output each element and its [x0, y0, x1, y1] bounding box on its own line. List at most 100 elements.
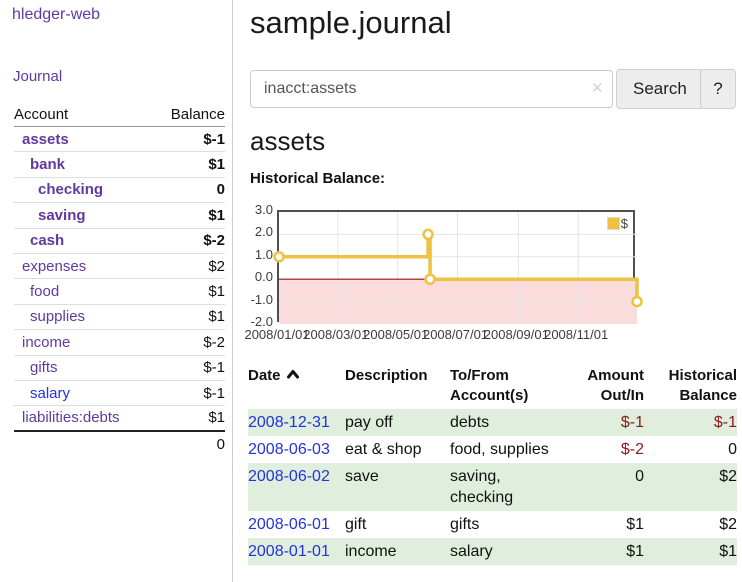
account-link-gifts[interactable]: gifts — [14, 359, 58, 376]
register-row: 2008-06-03 eat & shop food, supplies $-2… — [248, 436, 737, 463]
column-header-date[interactable]: Date — [248, 366, 345, 406]
chart-title: Historical Balance: — [250, 170, 385, 187]
transaction-accounts: debts — [450, 409, 566, 436]
x-tick-label: 2008/03/01 — [303, 327, 368, 342]
balance-chart-plot: $ — [277, 210, 635, 322]
search-button[interactable]: Search — [616, 69, 704, 109]
brand-link[interactable]: hledger-web — [12, 6, 100, 24]
accounts-table-header: Account Balance — [14, 103, 225, 127]
y-tick-label: 2.0 — [240, 224, 273, 240]
historical-balance-chart: $ 3.02.01.00.0-1.0-2.0 2008/01/012008/03… — [240, 203, 740, 345]
account-row: expenses $2 — [14, 254, 225, 279]
x-tick-label: 2008/01/01 — [244, 327, 309, 342]
hledger-web-app: hledger-web Journal Account Balance asse… — [0, 0, 742, 582]
account-row: liabilities:debts $1 — [14, 406, 225, 431]
x-tick-label: 2008/11/01 — [544, 327, 608, 342]
help-button[interactable]: ? — [700, 69, 736, 109]
account-link-income[interactable]: income — [14, 334, 70, 351]
account-row: income $-2 — [14, 330, 225, 355]
transaction-description: gift — [345, 511, 450, 538]
transaction-balance: $2 — [644, 511, 737, 538]
transaction-description: eat & shop — [345, 436, 450, 463]
account-link-supplies[interactable]: supplies — [14, 308, 85, 325]
search-input[interactable] — [250, 70, 613, 108]
account-row: gifts $-1 — [14, 356, 225, 381]
transaction-amount: $1 — [566, 538, 644, 565]
y-tick-label: 0.0 — [240, 269, 273, 285]
account-balance: 0 — [217, 181, 225, 198]
accounts-table: Account Balance assets $-1 bank $1 check… — [14, 103, 225, 457]
balance-column-header: Balance — [171, 106, 225, 123]
account-link-cash[interactable]: cash — [14, 232, 64, 249]
column-header-description: Description — [345, 366, 450, 406]
account-link-assets[interactable]: assets — [14, 131, 69, 148]
transaction-amount: 0 — [566, 463, 644, 511]
transaction-balance: $2 — [644, 463, 737, 511]
transaction-date-link[interactable]: 2008-12-31 — [248, 414, 330, 431]
account-row: assets $-1 — [14, 127, 225, 152]
sort-asc-icon — [286, 369, 300, 379]
account-column-header: Account — [14, 106, 68, 123]
transaction-accounts: saving, checking — [450, 463, 566, 511]
account-link-salary[interactable]: salary — [14, 385, 70, 402]
transaction-accounts: food, supplies — [450, 436, 566, 463]
account-link-food[interactable]: food — [14, 283, 59, 300]
transaction-description: pay off — [345, 409, 450, 436]
accounts-total-value: 0 — [217, 436, 225, 453]
column-header-accounts: To/From Account(s) — [450, 366, 566, 406]
account-balance: $-1 — [203, 131, 225, 148]
account-balance: $-2 — [203, 232, 225, 249]
accounts-total: 0 — [14, 432, 225, 457]
sidebar-item-journal[interactable]: Journal — [13, 68, 62, 85]
transaction-amount: $1 — [566, 511, 644, 538]
transaction-description: save — [345, 463, 450, 511]
series-swatch-icon — [608, 218, 619, 229]
account-balance: $-2 — [203, 334, 225, 351]
transaction-date-link[interactable]: 2008-06-01 — [248, 516, 330, 533]
register-row: 2008-12-31 pay off debts $-1 $-1 — [248, 409, 737, 436]
series-label: $ — [621, 216, 628, 231]
y-tick-label: -1.0 — [240, 292, 273, 308]
account-row: supplies $1 — [14, 305, 225, 330]
register-table: Date Description To/From Account(s) Amou… — [248, 366, 737, 565]
account-row: salary $-1 — [14, 381, 225, 406]
column-header-amount: Amount Out/In — [566, 366, 644, 406]
transaction-amount: $-1 — [566, 409, 644, 436]
transaction-date-link[interactable]: 2008-06-02 — [248, 468, 330, 485]
clear-search-icon[interactable]: ✕ — [591, 79, 604, 97]
x-tick-label: 2008/05/01 — [363, 327, 428, 342]
y-tick-label: 1.0 — [240, 247, 273, 263]
account-link-checking[interactable]: checking — [14, 181, 103, 198]
transaction-balance: $1 — [644, 538, 737, 565]
account-row: bank $1 — [14, 152, 225, 177]
x-tick-label: 2008/09/01 — [484, 327, 549, 342]
transaction-date-link[interactable]: 2008-06-03 — [248, 441, 330, 458]
account-balance: $2 — [208, 258, 225, 275]
account-link-liabilities-debts[interactable]: liabilities:debts — [14, 409, 120, 426]
account-row: checking 0 — [14, 178, 225, 203]
account-link-saving[interactable]: saving — [14, 207, 86, 224]
transaction-balance: 0 — [644, 436, 737, 463]
account-row: saving $1 — [14, 203, 225, 228]
sidebar: hledger-web Journal Account Balance asse… — [0, 0, 233, 582]
register-header: Date Description To/From Account(s) Amou… — [248, 366, 737, 406]
chart-legend: $ — [608, 216, 628, 231]
account-balance: $1 — [208, 308, 225, 325]
transaction-accounts: salary — [450, 538, 566, 565]
column-header-balance: Historical Balance — [644, 366, 737, 406]
account-link-bank[interactable]: bank — [14, 156, 65, 173]
account-link-expenses[interactable]: expenses — [14, 258, 86, 275]
transaction-date-link[interactable]: 2008-01-01 — [248, 543, 330, 560]
account-balance: $1 — [208, 207, 225, 224]
register-row: 2008-06-01 gift gifts $1 $2 — [248, 511, 737, 538]
page-title: sample.journal — [250, 0, 452, 46]
y-tick-label: 3.0 — [240, 202, 273, 218]
transaction-description: income — [345, 538, 450, 565]
account-balance: $1 — [208, 409, 225, 426]
register-row: 2008-01-01 income salary $1 $1 — [248, 538, 737, 565]
account-balance: $-1 — [203, 385, 225, 402]
account-row: cash $-2 — [14, 229, 225, 254]
account-row: food $1 — [14, 279, 225, 304]
account-balance: $-1 — [203, 359, 225, 376]
account-title: assets — [250, 124, 325, 158]
